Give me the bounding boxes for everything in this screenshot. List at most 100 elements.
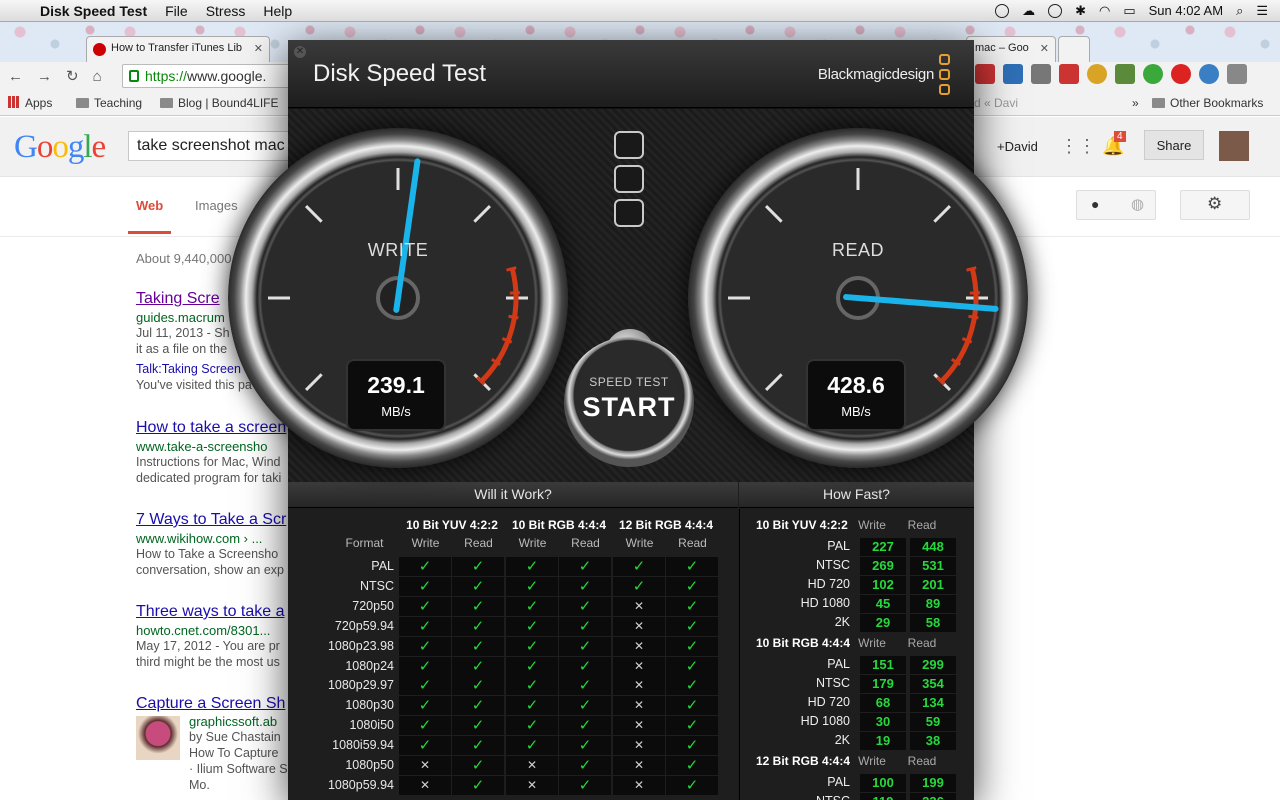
result-snippet: How To Capture: [189, 746, 279, 760]
check-icon: ✓: [452, 656, 504, 676]
back-icon[interactable]: ←: [8, 68, 23, 85]
cross-icon: ✕: [613, 636, 665, 656]
write-fps-value: 179: [860, 675, 906, 693]
share-button[interactable]: Share: [1144, 130, 1204, 160]
format-group-header: 10 Bit YUV 4:2:2: [406, 518, 498, 532]
bookmark-apps[interactable]: Apps: [8, 96, 52, 110]
bookmark-david[interactable]: d « Davi: [974, 96, 1018, 110]
check-icon: ✓: [666, 775, 718, 795]
new-tab-button[interactable]: [1058, 36, 1090, 62]
extension-drop-icon[interactable]: [1199, 64, 1219, 84]
apps-grid-icon: [8, 96, 20, 108]
bookmark-blog[interactable]: Blog | Bound4LIFE: [160, 96, 279, 110]
result-title-link[interactable]: 7 Ways to Take a Scr: [136, 511, 296, 529]
check-icon: ✓: [666, 696, 718, 716]
will-it-work-table: 10 Bit YUV 4:2:2 10 Bit RGB 4:4:4 12 Bit R…: [288, 509, 738, 800]
result-title-link[interactable]: Capture a Screen Sh: [136, 695, 296, 713]
extension-face-icon[interactable]: [1087, 64, 1107, 84]
check-icon: ✓: [666, 736, 718, 756]
check-icon: ✓: [452, 696, 504, 716]
check-icon: ✓: [452, 596, 504, 616]
write-fps-value: 119: [860, 793, 906, 800]
time-machine-icon[interactable]: [1048, 3, 1063, 18]
home-icon[interactable]: ⌂: [93, 68, 102, 85]
close-icon[interactable]: ✕: [294, 46, 306, 58]
format-label: 1080i50: [349, 718, 395, 733]
target-drive-button[interactable]: [614, 199, 644, 227]
settings-button[interactable]: ⚙: [1180, 190, 1250, 220]
personal-results-toggle[interactable]: ● ◍: [1076, 190, 1156, 220]
bookmark-extension-icon[interactable]: [1059, 64, 1079, 84]
cross-icon: ✕: [506, 775, 558, 795]
reload-icon[interactable]: ↻: [66, 67, 79, 85]
do-not-disturb-icon[interactable]: [995, 3, 1010, 18]
browser-tab-itunes[interactable]: How to Transfer iTunes Lib ✕: [86, 36, 270, 62]
brand-logo-icon: [939, 54, 950, 65]
forward-icon[interactable]: →: [37, 68, 52, 85]
status-area: ☁ ✱ ◠ ▭ Sun 4:02 AM ⌕ ☰: [995, 3, 1280, 19]
write-fps-value: 102: [860, 576, 906, 594]
extension-icon[interactable]: [1031, 64, 1051, 84]
battery-icon[interactable]: ▭: [1123, 3, 1135, 19]
extension-icon[interactable]: [1115, 64, 1135, 84]
target-drive-button[interactable]: [614, 131, 644, 159]
menu-file[interactable]: File: [165, 3, 188, 19]
bookmarks-overflow[interactable]: »: [1132, 96, 1139, 110]
wifi-icon[interactable]: ◠: [1099, 3, 1110, 19]
speed-test-start-button[interactable]: SPEED TEST START: [564, 337, 694, 467]
format-label: 720p59.94: [334, 618, 394, 633]
result-snippet: dedicated program for taki: [136, 471, 282, 485]
result-url: www.wikihow.com › ...: [136, 531, 263, 546]
column-header: Read: [907, 636, 937, 650]
format-group-header: 10 Bit RGB 4:4:4: [511, 518, 607, 532]
extension-icon[interactable]: [975, 64, 995, 84]
adblock-icon[interactable]: [1171, 64, 1191, 84]
extension-k-icon[interactable]: [1003, 64, 1023, 84]
cross-icon: ✕: [506, 756, 558, 775]
bluetooth-icon[interactable]: ✱: [1075, 3, 1086, 19]
check-icon: ✓: [559, 596, 611, 616]
gear-icon: ⚙: [1207, 194, 1223, 213]
tab-close-icon[interactable]: ✕: [1040, 42, 1049, 55]
menu-help[interactable]: Help: [263, 3, 292, 19]
check-icon: ✓: [613, 576, 665, 596]
write-fps-value: 19: [860, 732, 906, 750]
check-icon: ✓: [559, 636, 611, 656]
tab-close-icon[interactable]: ✕: [254, 42, 263, 55]
notification-center-icon[interactable]: ☰: [1256, 3, 1268, 19]
check-icon: ✓: [399, 636, 451, 656]
google-logo[interactable]: Google: [14, 129, 106, 166]
lock-icon: [129, 70, 139, 82]
write-fps-value: 100: [860, 774, 906, 792]
target-drive-button[interactable]: [614, 165, 644, 193]
check-icon: ✓: [452, 716, 504, 736]
browser-tab-google[interactable]: mac – Goo ✕: [966, 36, 1056, 62]
url-text: www.google.: [187, 68, 267, 84]
apps-grid-icon[interactable]: ⋮⋮: [1060, 136, 1096, 157]
result-title-link[interactable]: Three ways to take a: [136, 603, 296, 621]
extension-icon[interactable]: [1143, 64, 1163, 84]
window-titlebar: ✕ Disk Speed Test Blackmagicdesign: [288, 40, 974, 108]
menu-icon[interactable]: [1227, 64, 1247, 84]
how-fast-table: 10 Bit YUV 4:2:2 Write Read PAL 227 448 NTSC 26…: [739, 509, 974, 800]
search-result: Three ways to take a howto.cnet.com/8301…: [136, 603, 296, 670]
result-snippet: by Sue Chastain: [189, 730, 281, 744]
bookmark-other[interactable]: Other Bookmarks: [1152, 96, 1263, 110]
search-result: 7 Ways to Take a Scr www.wikihow.com › .…: [136, 511, 296, 578]
menu-app-name[interactable]: Disk Speed Test: [40, 3, 147, 19]
bookmark-teaching[interactable]: Teaching: [76, 96, 142, 110]
gauge-redzone-tick: [508, 314, 519, 320]
read-speed-value: 428.6: [827, 372, 885, 398]
menu-stress[interactable]: Stress: [206, 3, 246, 19]
check-icon: ✓: [666, 676, 718, 696]
spotlight-search-icon[interactable]: ⌕: [1236, 3, 1243, 19]
cross-icon: ✕: [613, 596, 665, 616]
cross-icon: ✕: [613, 756, 665, 775]
check-icon: ✓: [452, 736, 504, 756]
tab-web[interactable]: Web: [127, 198, 172, 234]
profile-avatar[interactable]: [1219, 131, 1249, 161]
brand-logo-icon: [939, 69, 950, 80]
cloud-icon[interactable]: ☁: [1022, 3, 1035, 19]
clock[interactable]: Sun 4:02 AM: [1149, 3, 1223, 18]
address-bar[interactable]: https://www.google.: [122, 64, 290, 88]
